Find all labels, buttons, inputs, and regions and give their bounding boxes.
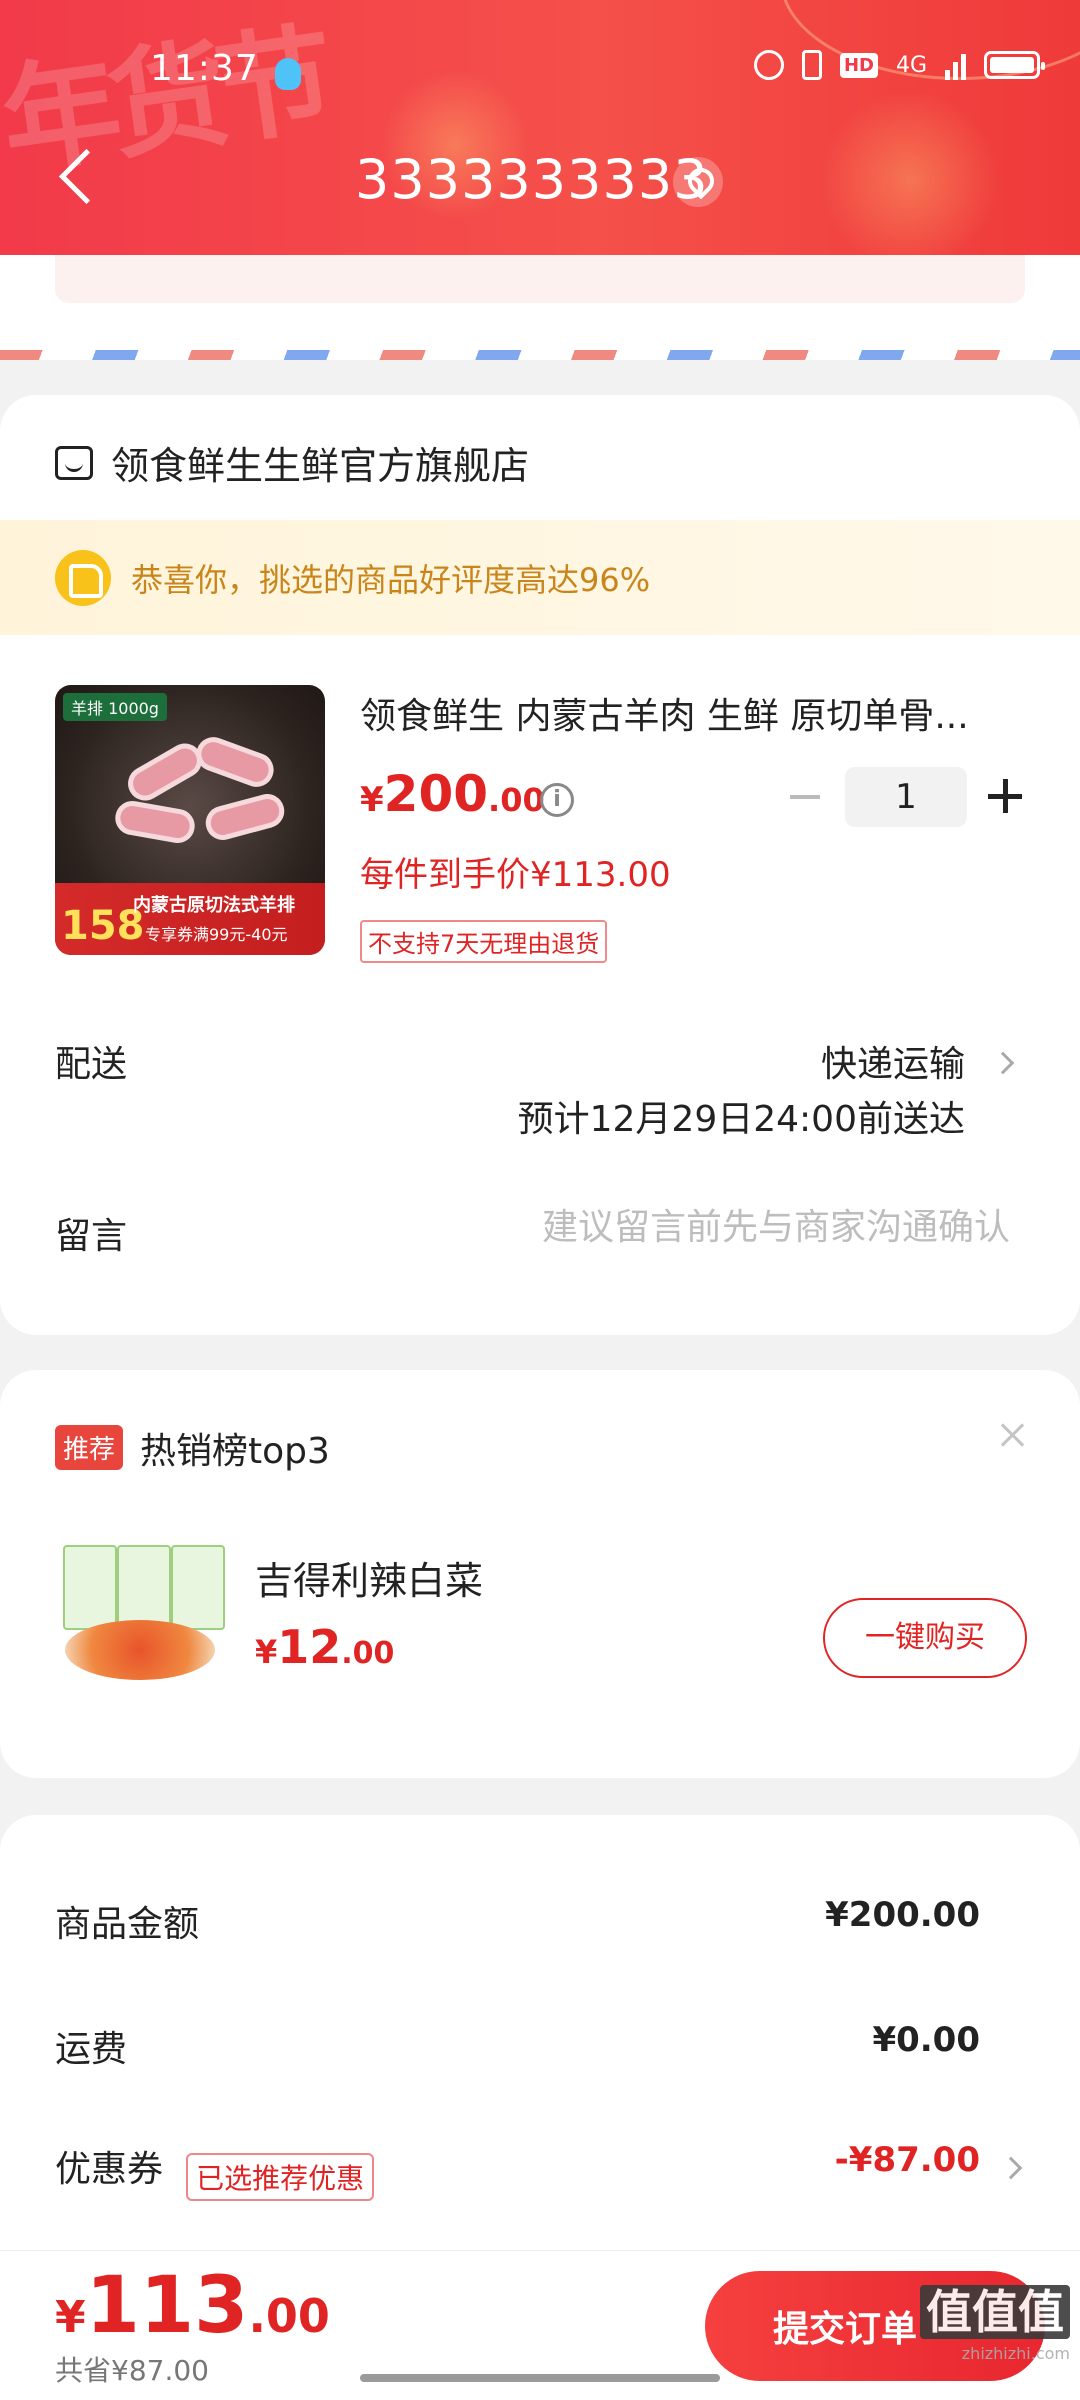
praise-bar: 恭喜你，挑选的商品好评度高达96% (0, 520, 1080, 635)
status-time: 11:37 (150, 48, 259, 89)
qq-notification-icon (275, 58, 301, 90)
recommend-item-name[interactable]: 吉得利辣白菜 (255, 1550, 483, 1605)
goods-amount-value: ¥200.00 (825, 1895, 980, 1935)
goods-amount-label: 商品金额 (55, 1904, 200, 1945)
coupon-value: -¥87.00 (834, 2140, 980, 2180)
message-label: 留言 (55, 1216, 128, 1257)
info-icon[interactable]: i (540, 783, 574, 817)
recommend-card: 推荐 热销榜top3 吉得利辣白菜 ¥ 12 .00 一键购买 (0, 1370, 1080, 1778)
price-integer: 12 (277, 1620, 342, 1674)
product-image[interactable]: 羊排 1000g 158 内蒙古原切法式羊排 专享券满99元-40元 (55, 685, 325, 955)
bottom-bar: ¥ 113 .00 共省¥87.00 提交订单 值值值 zhizhizhi.co… (0, 2250, 1080, 2400)
shipping-value: ¥0.00 (872, 2020, 980, 2060)
header: 年货节 11:37 HD 4G 3333333333 (0, 0, 1080, 255)
lamb-rib-graphic (201, 790, 289, 844)
package-graphic (63, 1545, 117, 1630)
delivery-eta: 预计12月29日24:00前送达 (517, 1099, 965, 1140)
quantity-field[interactable]: 1 (845, 767, 967, 827)
lamb-rib-graphic (121, 737, 209, 807)
watermark: 值值值 zhizhizhi.com (920, 2276, 1070, 2363)
shop-icon (55, 445, 93, 480)
price-symbol: ¥ (255, 1633, 278, 1671)
coupon-row[interactable]: 优惠券 已选推荐优惠 -¥87.00 (55, 2140, 980, 2201)
chevron-right-icon[interactable] (991, 1051, 1015, 1075)
watermark-url: zhizhizhi.com (961, 2344, 1070, 2363)
shipping-label: 运费 (55, 2029, 128, 2070)
firework-decoration (820, 90, 1000, 255)
product-title[interactable]: 领食鲜生 内蒙古羊肉 生鲜 原切单骨... (360, 687, 1010, 739)
praise-text: 恭喜你，挑选的商品好评度高达96% (131, 560, 651, 599)
watermark-logo: 值值值 (920, 2285, 1070, 2339)
image-headline: 内蒙古原切法式羊排 (133, 895, 295, 916)
package-graphic (117, 1545, 171, 1630)
lamb-rib-graphic (112, 798, 198, 846)
back-icon[interactable] (55, 145, 95, 215)
price-decimal: .00 (488, 781, 545, 819)
coupon-label: 优惠券 (55, 2149, 164, 2190)
goods-amount-row: 商品金额 ¥200.00 (55, 1895, 980, 1947)
status-icons: HD 4G (753, 50, 1045, 80)
one-click-buy-button[interactable]: 一键购买 (823, 1598, 1027, 1678)
image-coupon-line: 专享券满99元-40元 (145, 925, 288, 944)
chevron-right-icon[interactable] (999, 2156, 1023, 2180)
shipping-row: 运费 ¥0.00 (55, 2020, 980, 2072)
vibrate-icon (801, 50, 822, 80)
recommend-item-image[interactable] (55, 1525, 235, 1690)
home-indicator[interactable] (360, 2374, 720, 2382)
festival-banner: 年货节 (0, 9, 334, 192)
address-card[interactable] (0, 255, 1080, 360)
message-input[interactable] (430, 1207, 1010, 1248)
location-icon[interactable] (673, 157, 723, 207)
image-weight-tag: 羊排 1000g (63, 693, 167, 721)
recommend-badge: 推荐 (55, 1425, 124, 1470)
price-symbol: ¥ (55, 2292, 86, 2343)
recommend-item-price: ¥ 12 .00 (255, 1620, 394, 1674)
quantity-plus-button[interactable] (988, 779, 1022, 813)
image-flash-price: 158 (61, 903, 145, 949)
thumbs-up-icon (55, 549, 111, 606)
network-label: 4G (895, 52, 927, 78)
saved-amount: 共省¥87.00 (55, 2354, 209, 2387)
shop-card: 领食鲜生生鲜官方旗舰店 恭喜你，挑选的商品好评度高达96% 羊排 1000g 1… (0, 395, 1080, 1335)
shop-header[interactable]: 领食鲜生生鲜官方旗舰店 (55, 435, 529, 490)
price-symbol: ¥ (360, 780, 384, 820)
price-decimal: .00 (248, 2289, 330, 2343)
lamb-rib-graphic (191, 732, 279, 792)
no-return-badge: 不支持7天无理由退货 (360, 920, 608, 963)
quantity-minus-button[interactable] (790, 795, 820, 799)
product-price: ¥ 200 .00 (360, 765, 545, 823)
kimchi-graphic (65, 1620, 215, 1680)
delivery-label: 配送 (55, 1044, 128, 1085)
delivery-method[interactable]: 快递运输 (821, 1035, 965, 1087)
signal-icon (945, 50, 966, 80)
shop-name: 领食鲜生生鲜官方旗舰店 (111, 444, 530, 488)
page-title: 3333333333 (355, 148, 709, 211)
battery-icon (984, 51, 1045, 79)
coupon-tag: 已选推荐优惠 (186, 2152, 375, 2201)
hd-icon: HD (839, 52, 878, 78)
total-price: ¥ 113 .00 (55, 2261, 330, 2351)
final-price: 每件到手价¥113.00 (360, 855, 671, 895)
close-icon[interactable] (998, 1420, 1028, 1450)
address-inner (55, 255, 1025, 303)
price-integer: 113 (85, 2261, 249, 2351)
price-integer: 200 (383, 765, 489, 823)
package-graphic (171, 1545, 225, 1630)
airmail-border (0, 350, 1080, 360)
recommend-title: 热销榜top3 (140, 1431, 330, 1472)
alarm-icon (753, 50, 784, 80)
price-decimal: .00 (341, 1636, 395, 1671)
